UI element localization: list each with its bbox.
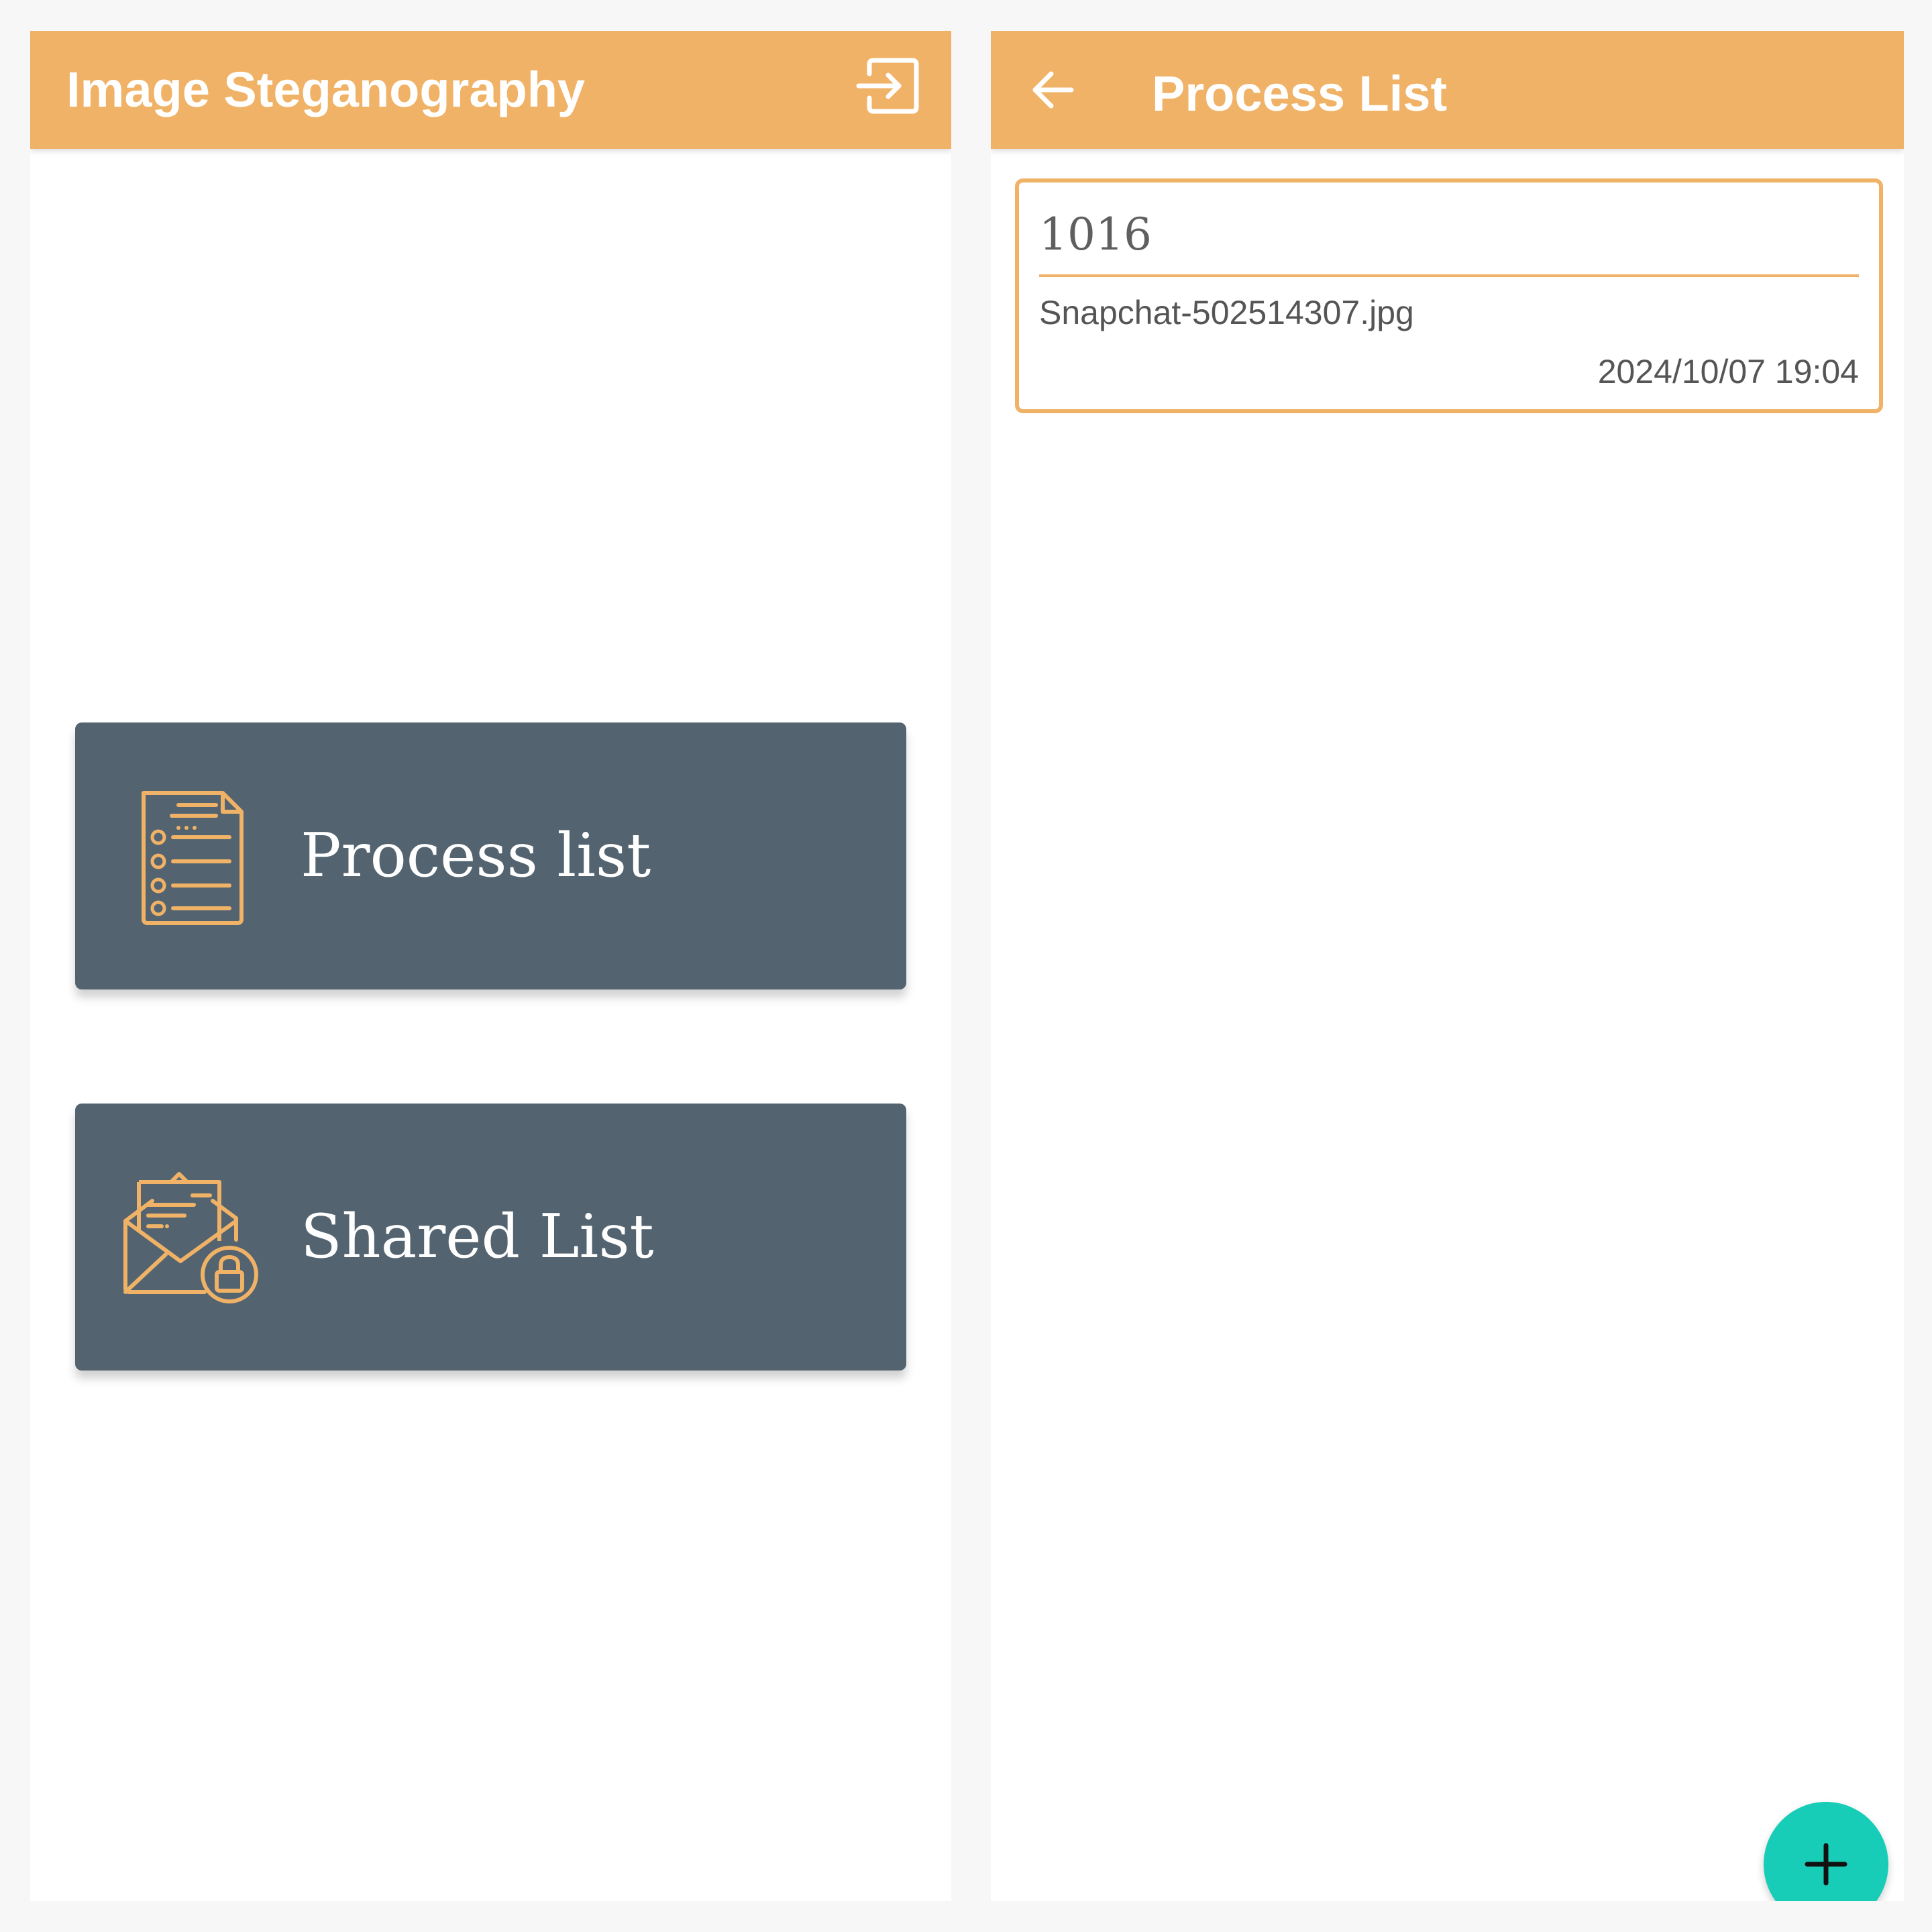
process-list-screen: Process List 1016 Snapchat-502514307.jpg… bbox=[991, 31, 1904, 1901]
process-list-label: Process list bbox=[301, 820, 651, 891]
process-app-bar: Process List bbox=[991, 31, 1904, 149]
app-title: Image Steganography bbox=[66, 62, 586, 117]
home-screen: Image Steganography Process list Shared … bbox=[30, 31, 951, 1901]
add-button[interactable] bbox=[1764, 1802, 1888, 1901]
shared-list-button[interactable]: Shared List bbox=[75, 1104, 906, 1371]
plus-icon bbox=[1805, 1843, 1847, 1886]
screen-title: Process List bbox=[1152, 66, 1448, 121]
process-list-button[interactable]: Process list bbox=[75, 722, 906, 989]
home-app-bar: Image Steganography bbox=[30, 31, 951, 149]
checklist-icon bbox=[142, 791, 244, 925]
item-date: 2024/10/07 19:04 bbox=[1597, 353, 1859, 390]
list-item[interactable]: 1016 Snapchat-502514307.jpg 2024/10/07 1… bbox=[1015, 178, 1883, 413]
arrow-left-icon[interactable] bbox=[1028, 66, 1077, 114]
logout-icon[interactable] bbox=[855, 51, 924, 121]
item-divider bbox=[1039, 274, 1859, 277]
locked-mail-icon bbox=[123, 1172, 258, 1303]
item-filename: Snapchat-502514307.jpg bbox=[1039, 294, 1414, 331]
item-id: 1016 bbox=[1039, 209, 1152, 260]
shared-list-label: Shared List bbox=[301, 1201, 654, 1272]
